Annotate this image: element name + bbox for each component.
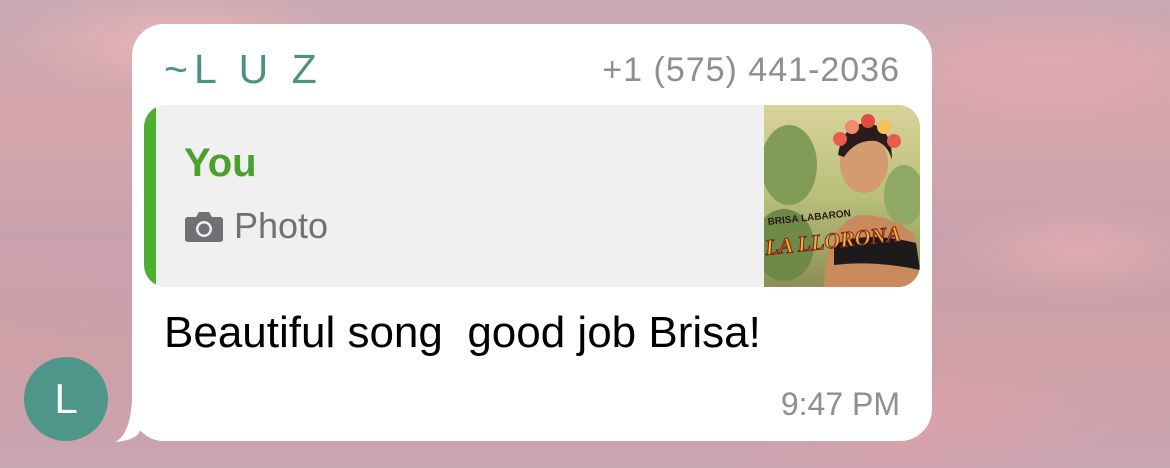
sender-name[interactable]: ~L U Z xyxy=(164,46,323,93)
quote-accent-bar xyxy=(144,105,156,287)
quote-author: You xyxy=(184,141,257,185)
message-text: Beautiful song good job Brisa! xyxy=(164,308,761,357)
avatar-initial: L xyxy=(54,375,78,422)
sender-avatar[interactable]: L xyxy=(24,357,108,441)
reply-quote[interactable]: You Photo BRISA LABARON LA LLORONA xyxy=(144,105,920,287)
message-bubble[interactable]: ~L U Z +1 (575) 441-2036 You Photo BRISA… xyxy=(132,24,932,441)
quote-media-type: Photo xyxy=(184,205,328,247)
sender-phone[interactable]: +1 (575) 441-2036 xyxy=(602,51,900,90)
quote-media-label: Photo xyxy=(234,205,329,246)
camera-icon xyxy=(185,212,223,242)
message-timestamp: 9:47 PM xyxy=(780,386,900,422)
photo-thumbnail[interactable]: BRISA LABARON LA LLORONA xyxy=(764,105,920,287)
